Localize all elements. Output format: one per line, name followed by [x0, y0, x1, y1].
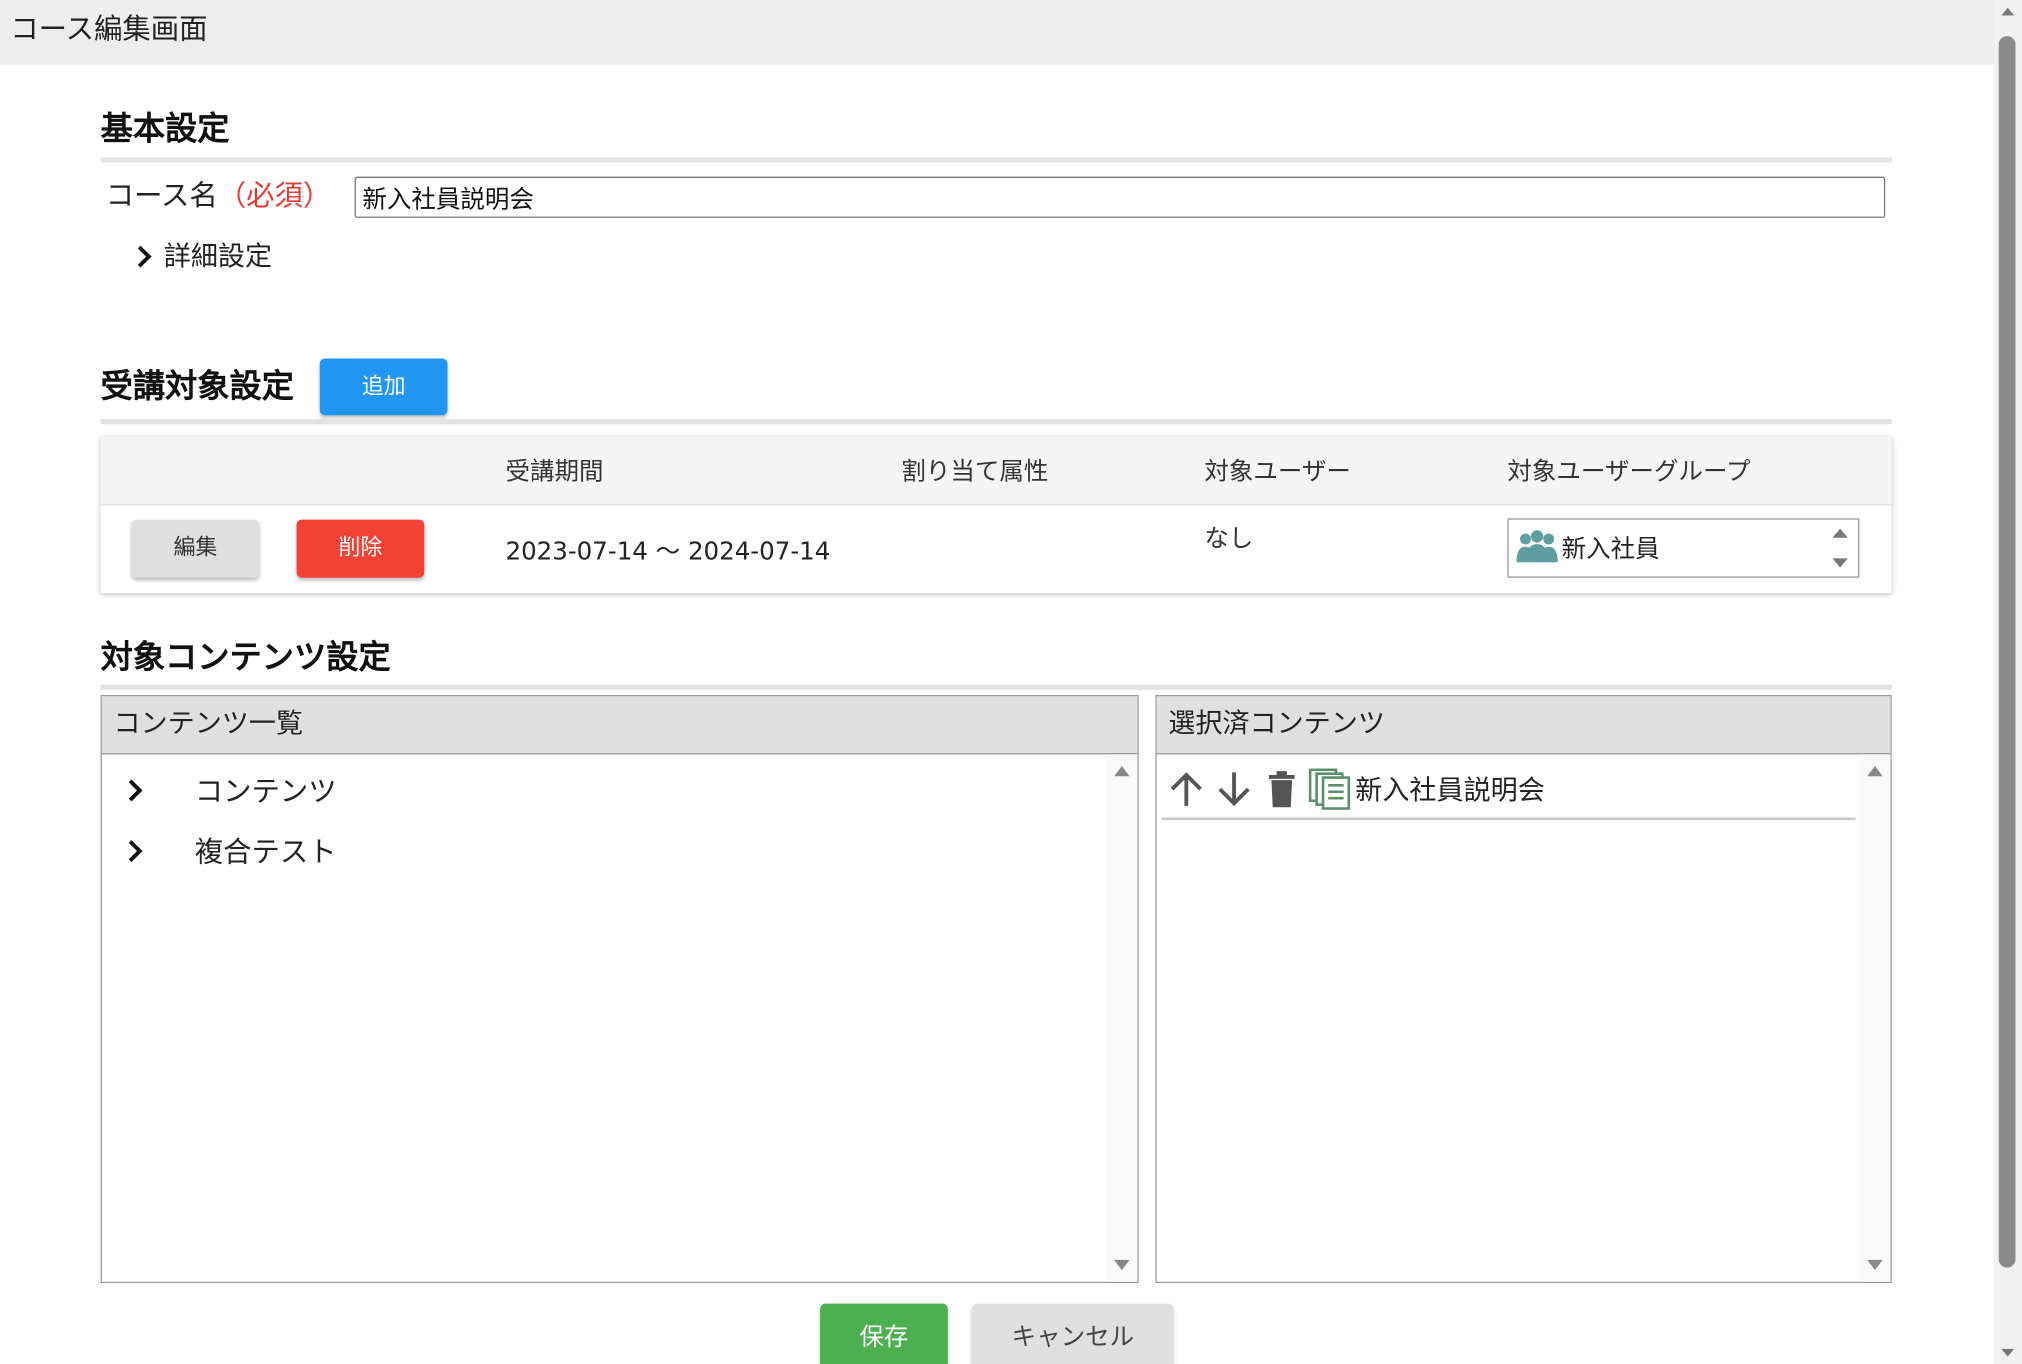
detail-settings-label: 詳細設定 — [163, 241, 273, 273]
users-value: なし — [1204, 524, 1254, 554]
list-item-label: コンテンツ — [194, 776, 337, 809]
column-header-attribute: 割り当て属性 — [901, 457, 1049, 487]
arrow-down-icon[interactable] — [1210, 763, 1258, 815]
user-group-name: 新入社員 — [1561, 534, 1660, 563]
list-item[interactable]: 複合テスト — [120, 829, 337, 870]
column-header-period: 受講期間 — [505, 457, 604, 487]
course-edit-page: コース編集画面 基本設定 コース名（必須） 詳細設定 受講対象設定 追加 受講期… — [0, 0, 2022, 1364]
trash-icon[interactable] — [1257, 763, 1305, 815]
selected-content-panel: 選択済コンテンツ 新入社員説明会 — [1155, 695, 1892, 1284]
user-group-icon — [1514, 527, 1562, 566]
page-scrollbar[interactable] — [1993, 0, 2022, 1364]
scroll-up-icon[interactable] — [1114, 765, 1130, 777]
list-item: 新入社員説明会 — [1161, 761, 1856, 821]
scroll-up-icon[interactable] — [2001, 7, 2015, 16]
scroll-down-icon[interactable] — [1867, 1259, 1883, 1271]
content-list-panel: コンテンツ一覧 コンテンツ 複合テスト — [100, 695, 1139, 1284]
target-settings-title: 受講対象設定 — [100, 367, 295, 405]
contents-settings-title: 対象コンテンツ設定 — [100, 638, 391, 676]
edit-button[interactable]: 編集 — [131, 519, 260, 578]
content-list-header: コンテンツ一覧 — [101, 696, 1138, 755]
scroll-down-icon[interactable] — [2001, 1348, 2015, 1357]
list-item-label: 複合テスト — [194, 836, 337, 870]
add-target-button[interactable]: 追加 — [319, 358, 448, 416]
period-value: 2023-07-14 ～ 2024-07-14 — [505, 537, 831, 567]
target-table: 受講期間 割り当て属性 対象ユーザー 対象ユーザーグループ 編集 削除 2023… — [100, 437, 1892, 594]
listbox-scroll-up-icon[interactable] — [1832, 528, 1848, 538]
content-list-scrollbar[interactable] — [1106, 754, 1138, 1282]
column-header-users: 対象ユーザー — [1204, 457, 1351, 487]
scroll-up-icon[interactable] — [1867, 765, 1883, 777]
course-name-label-text: コース名 — [105, 180, 218, 213]
course-name-input[interactable] — [354, 176, 1886, 218]
selected-content-header: 選択済コンテンツ — [1156, 696, 1891, 755]
target-settings-divider — [100, 419, 1892, 425]
save-button[interactable]: 保存 — [820, 1303, 948, 1364]
scroll-down-icon[interactable] — [1114, 1259, 1130, 1271]
scrollbar-thumb[interactable] — [1998, 36, 2016, 1268]
contents-settings-divider — [100, 684, 1892, 690]
arrow-up-icon[interactable] — [1162, 763, 1210, 815]
chevron-right-icon[interactable] — [120, 833, 146, 867]
user-group-listbox[interactable]: 新入社員 — [1507, 518, 1860, 578]
required-marker: （必須） — [217, 180, 332, 213]
course-name-label: コース名（必須） — [106, 173, 332, 214]
chevron-right-icon — [129, 239, 155, 273]
selected-content-name: 新入社員説明会 — [1355, 774, 1545, 806]
detail-settings-toggle[interactable]: 詳細設定 — [129, 236, 272, 275]
target-table-header: 受講期間 割り当て属性 対象ユーザー 対象ユーザーグループ — [100, 437, 1892, 506]
basic-settings-divider — [100, 157, 1892, 163]
listbox-scroll-down-icon[interactable] — [1832, 558, 1848, 568]
selected-content-scrollbar[interactable] — [1859, 754, 1891, 1282]
basic-settings-title: 基本設定 — [100, 109, 230, 148]
user-group-item[interactable]: 新入社員 — [1514, 527, 1660, 566]
cancel-button[interactable]: キャンセル — [972, 1303, 1174, 1364]
list-item[interactable]: コンテンツ — [120, 769, 337, 810]
window-title: コース編集画面 — [0, 0, 1994, 65]
column-header-user-groups: 対象ユーザーグループ — [1507, 457, 1751, 487]
chevron-right-icon[interactable] — [120, 772, 146, 806]
delete-button[interactable]: 削除 — [296, 519, 425, 578]
documents-icon — [1305, 763, 1353, 815]
